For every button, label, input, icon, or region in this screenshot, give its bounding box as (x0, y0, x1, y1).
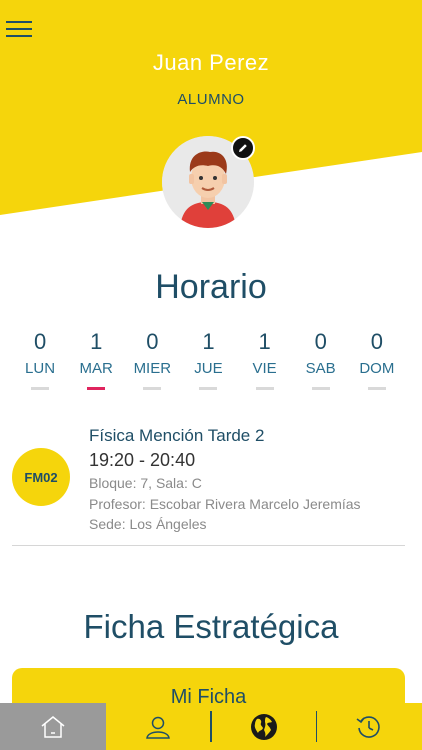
globe-icon (250, 713, 277, 740)
nav-history[interactable] (317, 703, 422, 750)
user-role: ALUMNO (177, 91, 245, 108)
day-indicator (367, 387, 386, 390)
menu-icon-line (6, 21, 32, 23)
menu-icon-line (6, 28, 32, 30)
day-dom[interactable]: 0 DOM (349, 328, 405, 390)
menu-button[interactable] (6, 18, 32, 40)
nav-profile[interactable] (106, 703, 211, 750)
day-label: LUN (25, 360, 56, 377)
home-icon (41, 715, 65, 738)
day-count: 0 (314, 329, 327, 354)
day-jue[interactable]: 1 JUE (180, 328, 236, 390)
menu-icon-line (6, 35, 32, 37)
bottom-nav (0, 703, 422, 750)
day-indicator (31, 387, 50, 390)
day-count: 1 (90, 329, 103, 354)
day-indicator (199, 387, 218, 390)
class-name: Física Mención Tarde 2 (89, 426, 265, 445)
day-indicator (143, 387, 162, 390)
weekday-selector: 0 LUN 1 MAR 0 MIER 1 JUE 1 VIE 0 SAB 0 D… (12, 328, 405, 390)
class-block: Bloque: 7, Sala: C (89, 475, 202, 491)
class-campus: Sede: Los Ángeles (89, 516, 207, 532)
day-count: 0 (146, 329, 159, 354)
day-indicator (311, 387, 330, 390)
pencil-icon (239, 144, 247, 152)
day-mar[interactable]: 1 MAR (68, 328, 124, 390)
day-vie[interactable]: 1 VIE (237, 328, 293, 390)
day-indicator-active (87, 387, 106, 390)
day-count: 0 (33, 329, 47, 354)
class-time: 19:20 - 20:40 (89, 450, 196, 470)
day-count: 1 (202, 329, 215, 354)
day-label: VIE (252, 360, 277, 377)
schedule-title: Horario (155, 268, 267, 306)
day-sab[interactable]: 0 SAB (293, 328, 349, 390)
class-code-badge: FM02 (12, 448, 70, 506)
class-list-item[interactable]: FM02 Física Mención Tarde 2 19:20 - 20:4… (12, 418, 405, 546)
day-label: JUE (194, 360, 223, 377)
day-label: SAB (305, 360, 336, 377)
day-count: 0 (370, 329, 383, 354)
day-label: MIER (133, 360, 172, 377)
day-label: DOM (359, 360, 395, 377)
history-icon (356, 715, 380, 738)
class-teacher: Profesor: Escobar Rivera Marcelo Jeremía… (89, 496, 361, 512)
day-mier[interactable]: 0 MIER (124, 328, 180, 390)
day-lun[interactable]: 0 LUN (12, 328, 68, 390)
nav-home[interactable] (0, 703, 106, 750)
user-name: Juan Perez (152, 50, 270, 75)
day-indicator (255, 387, 274, 390)
day-count: 1 (258, 329, 271, 354)
ficha-title: Ficha Estratégica (83, 608, 339, 645)
user-icon (146, 716, 171, 739)
edit-avatar-button[interactable] (231, 136, 255, 160)
nav-divider (211, 711, 212, 742)
nav-globe[interactable] (211, 703, 317, 750)
day-label: MAR (79, 360, 113, 377)
